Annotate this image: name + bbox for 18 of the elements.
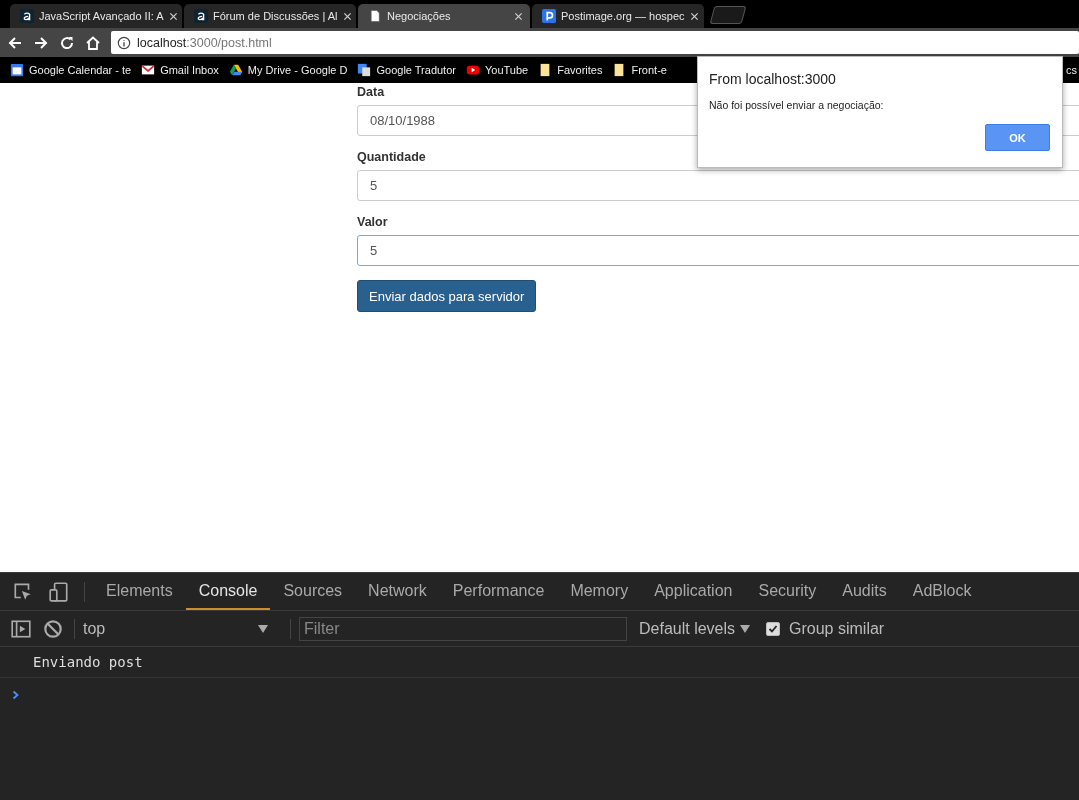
bookmark-label: YouTube: [484, 64, 529, 76]
bookmark-label: Front-e: [631, 64, 667, 76]
bookmark-label: Google Tradutor: [376, 64, 456, 76]
console-message: Enviando post: [33, 654, 143, 670]
tab-title: JavaScript Avançado II: A: [39, 10, 164, 22]
tab-title: Postimage.org — hospec: [561, 10, 685, 22]
url-text: localhost:3000/post.html: [137, 35, 272, 50]
field-label: Data: [357, 85, 386, 99]
field-label: Valor: [357, 215, 389, 229]
tab-title: Fórum de Discussões | Al: [213, 10, 338, 22]
bookmark-label: Google Calendar - te: [29, 64, 132, 76]
dialog-message: Não foi possível enviar a negociação:: [709, 99, 885, 111]
bookmark-label: My Drive - Google D: [247, 64, 348, 76]
bookmark-label: Favorites: [557, 64, 603, 76]
field-label: Quantidade: [357, 150, 427, 164]
bookmark-label: Gmail Inbox: [160, 64, 219, 76]
tab-title: Negociações: [387, 10, 452, 22]
dialog-title: From localhost:3000: [709, 71, 837, 87]
